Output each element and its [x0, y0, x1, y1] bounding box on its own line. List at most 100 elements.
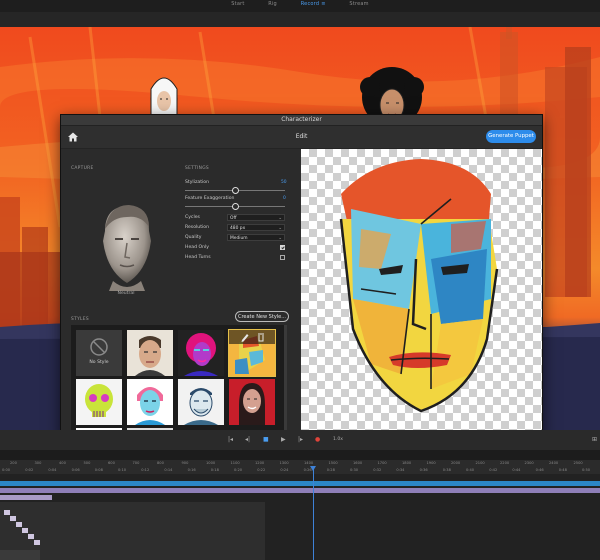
style-thumbnail: [184, 333, 218, 376]
window-titlebar: Characterizer: [61, 115, 542, 132]
keyframe[interactable]: [10, 516, 16, 521]
ruler-time-label: 0:16: [187, 468, 196, 472]
style-tile-cubist-selected[interactable]: [228, 329, 276, 377]
tab-stream[interactable]: Stream: [349, 1, 368, 7]
cycles-select[interactable]: Off ⌄: [227, 214, 285, 221]
chevron-down-icon: ⌄: [278, 226, 282, 231]
ruler-time-label: 0:12: [141, 468, 150, 472]
head-only-checkbox[interactable]: [280, 245, 285, 250]
quality-select[interactable]: Medium ⌄: [227, 234, 285, 241]
dialog-toolbar: Edit Generate Puppet: [61, 126, 542, 149]
ruler-tick-label: 2500: [573, 461, 583, 465]
ruler-time-label: 0:24: [280, 468, 289, 472]
ruler-time-label: 0:04: [48, 468, 57, 472]
options-icon[interactable]: ⊞: [592, 436, 597, 443]
menu-lines-icon: ≡: [321, 1, 326, 7]
style-tile-neon-skull[interactable]: [76, 379, 122, 425]
style-tile-no-style[interactable]: No Style: [76, 330, 122, 376]
timeline-header: [0, 450, 600, 460]
generate-puppet-button[interactable]: Generate Puppet: [486, 130, 536, 143]
ruler-time-label: 0:08: [94, 468, 103, 472]
preview-panel: [301, 149, 542, 437]
keyframe[interactable]: [34, 540, 40, 545]
keyframe[interactable]: [4, 510, 10, 515]
ruler-tick-label: 2200: [500, 461, 510, 465]
capture-reference-photo[interactable]: [91, 201, 161, 291]
style-tile-neon-woman[interactable]: [178, 330, 224, 376]
ruler-tick-label: 200: [10, 461, 17, 465]
ruler-time-label: 0:00: [2, 468, 11, 472]
head-only-label: Head Only: [185, 245, 209, 250]
cycles-value: Off: [230, 216, 237, 221]
ruler-time-label: 0:06: [71, 468, 80, 472]
ruler-time-label: 0:36: [419, 468, 428, 472]
playhead-line[interactable]: [313, 466, 314, 560]
track-bar-blue[interactable]: [0, 481, 600, 486]
ruler-tick-label: 2000: [451, 461, 461, 465]
ruler-time-label: 0:18: [210, 468, 219, 472]
style-tile-sketch-man[interactable]: [178, 379, 224, 425]
ruler-time-label: 0:20: [234, 468, 243, 472]
keyframe[interactable]: [22, 528, 28, 533]
keyframe[interactable]: [16, 522, 22, 527]
feature-exaggeration-slider-thumb[interactable]: [232, 203, 239, 210]
quality-label: Quality: [185, 235, 202, 240]
create-new-style-button[interactable]: Create New Style...: [235, 311, 289, 322]
playback-controls: |◂ ◂| ■ ▶ |▸ ● 1.0x ⊞: [0, 430, 600, 450]
tile-tools-bar: [229, 330, 275, 344]
timeline-scrollbar[interactable]: [0, 550, 40, 560]
timeline-ruler[interactable]: 200 300 400 500 600 700 800 900 1000 1100 1200 1300…: [0, 460, 600, 474]
ruler-time-label: 0:44: [512, 468, 521, 472]
record-icon[interactable]: ●: [315, 436, 320, 443]
ruler-tick-label: 2100: [475, 461, 485, 465]
stylization-slider-thumb[interactable]: [232, 187, 239, 194]
style-tile-painted-man[interactable]: [127, 330, 173, 376]
pose-label: Neutral: [117, 291, 135, 296]
ruler-time-label: 0:32: [373, 468, 382, 472]
mode-label: Edit: [295, 133, 308, 140]
track-bar-purple[interactable]: [0, 488, 600, 493]
head-turns-checkbox[interactable]: [280, 255, 285, 260]
ruler-time-label: 0:28: [326, 468, 335, 472]
playback-rate[interactable]: 1.0x: [333, 437, 343, 442]
tab-rig[interactable]: Rig: [268, 1, 277, 7]
style-thumbnail: [85, 384, 113, 417]
tab-record[interactable]: Record ≡: [301, 1, 326, 7]
style-tile-popart-woman[interactable]: [127, 379, 173, 425]
tab-start[interactable]: Start: [231, 1, 244, 7]
resolution-label: Resolution: [185, 225, 210, 230]
resolution-value: 480 px: [230, 226, 246, 231]
step-back-icon[interactable]: ◂|: [245, 436, 250, 443]
styles-section-label: STYLES: [71, 317, 89, 322]
resolution-select[interactable]: 480 px ⌄: [227, 224, 285, 231]
trash-icon: [258, 333, 264, 342]
styles-scrollbar[interactable]: [284, 325, 287, 437]
ruler-time-label: 0:22: [257, 468, 266, 472]
style-tile-red-woman[interactable]: [229, 379, 275, 425]
characterizer-window: Characterizer Edit Generate Puppet CAPTU…: [60, 114, 543, 438]
ruler-time-label: 0:10: [118, 468, 127, 472]
puppet-preview-canvas[interactable]: [301, 149, 542, 437]
play-icon[interactable]: ▶: [281, 436, 286, 443]
go-to-start-icon[interactable]: |◂: [228, 436, 233, 443]
step-forward-icon[interactable]: |▸: [298, 436, 303, 443]
workspace-tabs: Start Rig Record ≡ Stream: [0, 1, 600, 7]
settings-section-label: SETTINGS: [185, 166, 210, 171]
playhead-handle[interactable]: [310, 466, 316, 471]
style-thumbnail: [184, 388, 218, 425]
track-bar-short[interactable]: [0, 495, 52, 500]
panel-header-bar: [0, 12, 600, 27]
loop-icon[interactable]: ■: [263, 436, 269, 443]
ruler-time-label: 0:42: [489, 468, 498, 472]
keyframe[interactable]: [28, 534, 34, 539]
feature-exaggeration-value[interactable]: 0: [283, 196, 286, 201]
ruler-tick-label: 1900: [426, 461, 436, 465]
stylization-value[interactable]: 50: [281, 180, 287, 185]
cubist-face-preview: [339, 159, 499, 413]
styles-grid: No Style: [71, 325, 285, 437]
ruler-tick-label: 2300: [524, 461, 534, 465]
ruler-time-label: 0:50: [582, 468, 591, 472]
ruler-tick-label: 900: [181, 461, 189, 465]
ruler-tick-label: 600: [108, 461, 115, 465]
edit-pencil-icon: [241, 334, 249, 342]
